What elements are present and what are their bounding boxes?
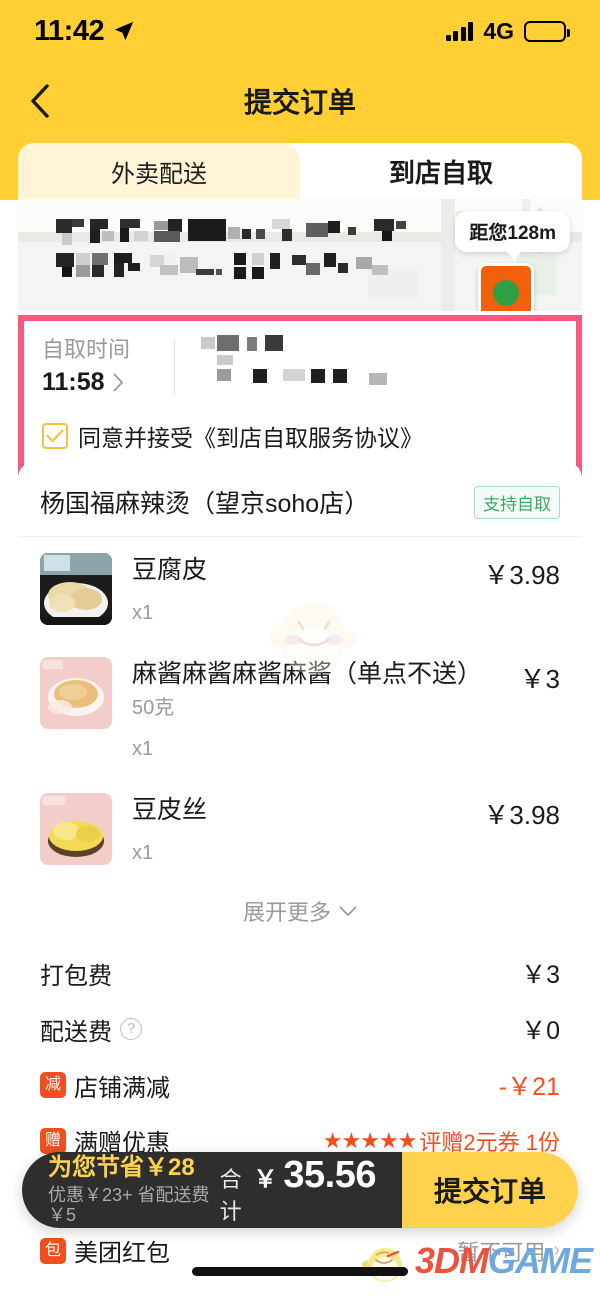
item-thumbnail-sesame-sauce [40, 657, 112, 729]
savings-title: 为您节省￥28 [48, 1154, 195, 1182]
order-item[interactable]: 豆皮丝 x1 ￥3.98 [18, 777, 582, 881]
pickup-time-left: 自取时间 11:58 [42, 335, 174, 399]
tab-delivery[interactable]: 外卖配送 [18, 143, 300, 199]
store-logo-icon [493, 280, 519, 306]
total-block: 合计 ￥ 35.56 [219, 1154, 377, 1226]
fee-label-wrap: 打包费 [40, 956, 112, 991]
item-qty: x1 [132, 738, 154, 760]
network-label: 4G [483, 17, 514, 44]
store-name: 杨国福麻辣烫（望京soho店） [40, 490, 370, 518]
pickup-time-label: 自取时间 [42, 337, 131, 362]
expand-more-label: 展开更多 [242, 900, 331, 925]
item-name: 豆腐皮 [132, 556, 208, 584]
status-bar: 11:42 4G [0, 0, 600, 62]
status-time: 11:42 [34, 14, 105, 47]
item-thumbnail-tofu-strips [40, 793, 112, 865]
item-price: ￥3 [519, 664, 560, 694]
tab-pickup[interactable]: 到店自取 [300, 143, 582, 199]
check-icon [46, 429, 64, 443]
item-qty: x1 [132, 842, 154, 864]
checkout-bar: 为您节省￥28 优惠￥23+ 省配送费￥5 合计 ￥ 35.56 提交订单 [22, 1152, 578, 1228]
chevron-down-icon [339, 906, 357, 916]
fee-row-delivery[interactable]: 配送费 ? ￥0 [18, 1001, 582, 1057]
agreement-checkbox[interactable] [42, 423, 68, 449]
item-info: 豆皮丝 x1 [132, 793, 471, 867]
app-screen: 11:42 4G 提交订单 外卖配送 到店自取 距您128m 自取时间 11:5… [0, 0, 600, 1298]
nav-bar: 提交订单 [0, 62, 600, 140]
page-title: 提交订单 [243, 87, 356, 118]
tofu-strips-photo [40, 793, 112, 865]
order-item[interactable]: 麻酱麻酱麻酱麻酱（单点不送） 50克 x1 ￥3 [18, 641, 582, 777]
promo-value-wrap: 暂不可用 › [457, 1235, 560, 1267]
item-thumbnail-tofu-skin [40, 553, 112, 625]
masked-pickup-detail [191, 335, 558, 399]
expand-more-button[interactable]: 展开更多 [18, 881, 582, 945]
promo-value: -￥21 [498, 1073, 560, 1101]
item-price: ￥3.98 [483, 560, 560, 590]
total-amount: 35.56 [283, 1154, 376, 1196]
agreement-text[interactable]: 同意并接受《到店自取服务协议》 [78, 419, 423, 453]
pickup-time-value: 11:58 [42, 368, 105, 396]
promo-value: 暂不可用 [457, 1239, 546, 1265]
location-arrow-icon [114, 21, 134, 41]
total-label: 合计 [219, 1167, 242, 1224]
promo-label-wrap: 包 美团红包 [40, 1233, 170, 1268]
tofu-skin-photo [40, 553, 112, 625]
checkout-summary: 为您节省￥28 优惠￥23+ 省配送费￥5 合计 ￥ 35.56 [22, 1152, 402, 1228]
store-map[interactable]: 距您128m [18, 199, 582, 311]
fee-label: 打包费 [40, 962, 112, 990]
battery-icon [524, 20, 570, 42]
help-circle-icon[interactable]: ? [120, 1018, 142, 1040]
promo-label: 店铺满减 [74, 1074, 170, 1102]
promo-label-wrap: 减 店铺满减 [40, 1068, 170, 1103]
store-pickup-badge: 支持自取 [474, 485, 560, 519]
sesame-sauce-photo [40, 657, 112, 729]
status-bar-right: 4G [445, 17, 570, 45]
item-spec: 50克 [132, 697, 175, 719]
item-price: ￥3.98 [483, 800, 560, 830]
signal-bars-icon [445, 21, 474, 41]
fee-value: ￥0 [521, 1017, 560, 1045]
pickup-time-value-row[interactable]: 11:58 [42, 365, 174, 399]
fee-row-packaging: 打包费 ￥3 [18, 945, 582, 1001]
savings-block: 为您节省￥28 优惠￥23+ 省配送费￥5 [48, 1154, 220, 1226]
item-name: 豆皮丝 [132, 796, 208, 824]
item-qty: x1 [132, 602, 154, 624]
promo-badge-icon: 赠 [40, 1127, 66, 1154]
back-button[interactable] [18, 79, 62, 123]
chevron-right-icon [113, 373, 123, 391]
total-currency: ￥ [253, 1166, 278, 1193]
savings-detail: 优惠￥23+ 省配送费￥5 [48, 1184, 210, 1226]
promo-row-shop-discount[interactable]: 减 店铺满减 -￥21 [18, 1057, 582, 1113]
star-rating-icon: ★★★★★ [322, 1127, 418, 1153]
store-pin-icon[interactable] [478, 263, 534, 311]
promo-label: 美团红包 [74, 1240, 170, 1267]
delivery-mode-card: 外卖配送 到店自取 距您128m [18, 143, 582, 311]
order-item[interactable]: 豆腐皮 x1 ￥3.98 [18, 537, 582, 641]
pickup-divider [174, 339, 175, 395]
pickup-time-section: 自取时间 11:58 同意并接受《到店自取服务协议》 [18, 315, 582, 477]
distance-badge: 距您128m [455, 211, 570, 260]
chevron-right-icon: › [553, 1239, 560, 1261]
store-header[interactable]: 杨国福麻辣烫（望京soho店） 支持自取 [18, 462, 582, 537]
delivery-mode-tabs: 外卖配送 到店自取 [18, 143, 582, 199]
promo-badge-icon: 包 [40, 1237, 66, 1264]
chevron-left-icon [31, 84, 49, 118]
status-bar-left: 11:42 [34, 15, 135, 48]
home-indicator [192, 1267, 408, 1276]
item-info: 豆腐皮 x1 [132, 553, 471, 627]
submit-order-button[interactable]: 提交订单 [402, 1152, 578, 1228]
promo-badge-icon: 减 [40, 1072, 66, 1098]
fee-label: 配送费 [40, 1018, 112, 1046]
pickup-time-row[interactable]: 自取时间 11:58 [24, 321, 576, 409]
fee-value: ￥3 [521, 961, 560, 989]
item-info: 麻酱麻酱麻酱麻酱（单点不送） 50克 x1 [132, 657, 508, 763]
fee-label-wrap: 配送费 ? [40, 1012, 142, 1047]
item-name: 麻酱麻酱麻酱麻酱（单点不送） [132, 660, 483, 688]
